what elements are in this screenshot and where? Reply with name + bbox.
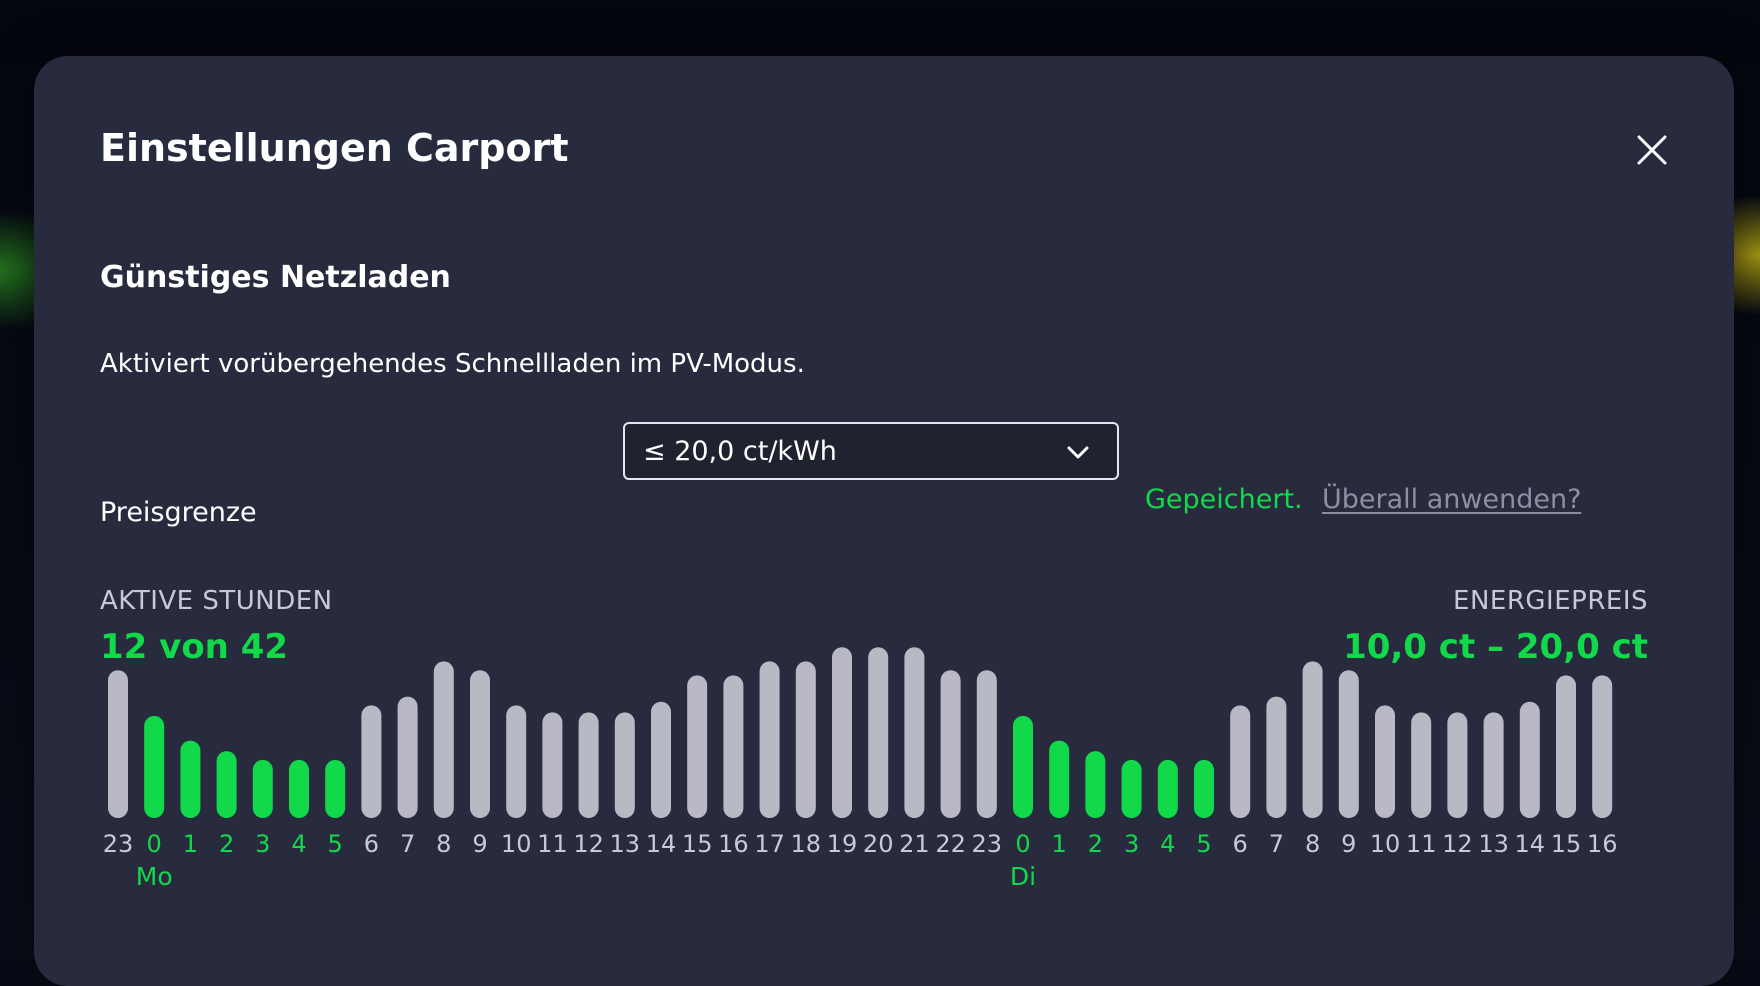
hour-tick-label: 0 — [1015, 830, 1030, 858]
hour-tick-label: 3 — [1124, 830, 1139, 858]
hour-tick-label: 4 — [291, 830, 306, 858]
hour-bar — [1447, 712, 1468, 818]
hour-tick-label: 19 — [827, 830, 858, 858]
hour-bar — [578, 712, 599, 818]
hour-tick-label: 11 — [537, 830, 568, 858]
hour-tick-label: 1 — [1052, 830, 1067, 858]
hour-tick-label: 4 — [1160, 830, 1175, 858]
hour-tick-label: 5 — [1196, 830, 1211, 858]
hour-tick-label: 23 — [103, 830, 134, 858]
hour-tick-label: 11 — [1406, 830, 1437, 858]
hour-bar — [1338, 670, 1359, 818]
hour-bar — [470, 670, 490, 818]
hour-bar — [1411, 712, 1432, 818]
hour-tick-label: 0 — [147, 830, 162, 858]
hour-tick-label: 22 — [935, 830, 966, 858]
hour-bar — [1302, 661, 1323, 818]
day-label: Mo — [136, 862, 173, 891]
hour-bar — [795, 661, 816, 818]
hour-tick-label: 20 — [863, 830, 894, 858]
hour-bar — [1266, 696, 1287, 818]
hour-bar — [614, 712, 635, 818]
hour-tick-label: 12 — [573, 830, 604, 858]
hour-bar — [1013, 715, 1033, 818]
hour-bar — [144, 715, 165, 818]
hourly-price-chart: 23 0 1 2 3 4 5 6 7 8 9 10 11 12 13 14 15 16 17 18 19 20 21 22 23… — [103, 647, 1618, 891]
hour-tick-label: 16 — [718, 830, 749, 858]
hour-tick-label: 2 — [219, 830, 234, 858]
hour-bar — [1592, 675, 1613, 818]
hour-tick-label: 15 — [682, 830, 713, 858]
hour-tick-label: 9 — [1341, 830, 1356, 858]
hour-bar — [1483, 712, 1504, 818]
hour-bar — [868, 647, 889, 818]
hour-bar — [976, 670, 997, 818]
hour-tick-label: 7 — [400, 830, 415, 858]
hour-tick-label: 17 — [754, 830, 785, 858]
hour-bar — [651, 701, 671, 818]
hour-bar — [1121, 759, 1142, 818]
hour-bar — [433, 661, 454, 818]
hour-tick-label: 13 — [1478, 830, 1509, 858]
hour-bar — [940, 670, 961, 818]
hour-tick-label: 3 — [255, 830, 270, 858]
hour-tick-label: 10 — [501, 830, 532, 858]
hour-bar — [904, 647, 925, 818]
hour-tick-label: 7 — [1269, 830, 1284, 858]
hour-tick-label: 23 — [972, 830, 1003, 858]
hour-bar — [180, 740, 201, 818]
hour-bar — [1194, 759, 1214, 818]
hour-bar — [832, 647, 852, 818]
hour-bar — [1157, 759, 1178, 818]
hour-bar — [1375, 705, 1395, 818]
hour-tick-label: 12 — [1442, 830, 1473, 858]
hour-bar — [723, 675, 744, 818]
hour-bar — [108, 670, 128, 818]
hour-tick-label: 6 — [364, 830, 379, 858]
hour-tick-label: 1 — [183, 830, 198, 858]
hour-bar — [1556, 675, 1576, 818]
hour-tick-label: 6 — [1233, 830, 1248, 858]
hour-bar — [1085, 751, 1106, 818]
hour-bar — [1230, 705, 1251, 818]
hour-tick-label: 21 — [899, 830, 930, 858]
hour-tick-label: 8 — [1305, 830, 1320, 858]
hour-tick-label: 14 — [1515, 830, 1546, 858]
hour-bar — [397, 696, 418, 818]
hour-bar — [506, 705, 527, 818]
hour-bar — [759, 661, 780, 818]
hour-tick-label: 13 — [610, 830, 641, 858]
settings-dialog: Einstellungen Carport Günstiges Netzlade… — [34, 56, 1734, 986]
hour-bar — [542, 712, 563, 818]
hour-tick-label: 8 — [436, 830, 451, 858]
hour-bar — [1049, 740, 1070, 818]
hour-bar — [361, 705, 382, 818]
hour-bar — [1519, 701, 1540, 818]
hour-tick-label: 10 — [1370, 830, 1401, 858]
day-label: Di — [1010, 862, 1036, 891]
hour-bar — [687, 675, 708, 818]
hour-bar — [325, 759, 346, 818]
hour-tick-label: 5 — [328, 830, 343, 858]
hour-bar — [216, 751, 237, 818]
hour-tick-label: 2 — [1088, 830, 1103, 858]
hour-tick-label: 18 — [791, 830, 822, 858]
hour-bar — [252, 759, 273, 818]
hour-tick-label: 9 — [472, 830, 487, 858]
hour-tick-label: 14 — [646, 830, 677, 858]
hour-tick-label: 15 — [1551, 830, 1582, 858]
hour-bar — [289, 759, 309, 818]
hour-tick-label: 16 — [1587, 830, 1618, 858]
